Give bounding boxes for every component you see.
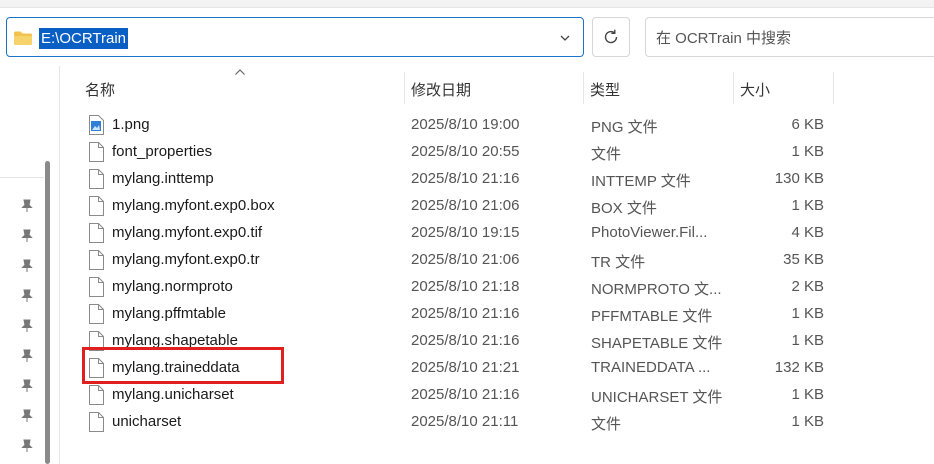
pin-icon[interactable] [21,409,33,423]
file-size: 35 KB [783,251,824,268]
file-type: TRAINEDDATA ... [591,359,711,376]
file-name: mylang.myfont.exp0.tif [112,224,263,241]
column-header-date[interactable]: 修改日期 [405,72,583,104]
file-name: 1.png [112,116,150,133]
file-name: font_properties [112,143,213,160]
file-type: PFFMTABLE 文件 [591,308,713,325]
search-input[interactable] [654,26,928,50]
file-size: 130 KB [774,170,824,187]
file-date: 2025/8/10 21:16 [411,332,520,349]
address-path[interactable]: E:\OCRTrain [39,28,129,49]
file-date: 2025/8/10 21:21 [411,359,520,376]
column-header-size-label: 大小 [740,82,771,99]
file-row[interactable]: mylang.myfont.exp0.tif 2025/8/10 19:15 P… [60,220,840,247]
address-bar[interactable]: E:\OCRTrain [6,17,584,57]
pin-icon[interactable] [21,349,33,363]
pin-icon[interactable] [21,319,33,333]
pin-icon[interactable] [21,199,33,213]
file-type: SHAPETABLE 文件 [591,335,723,352]
file-type: TR 文件 [591,254,646,271]
file-row[interactable]: mylang.myfont.exp0.box 2025/8/10 21:06 B… [60,193,840,220]
folder-icon [14,31,32,45]
column-header-date-label: 修改日期 [411,82,472,99]
file-size: 1 KB [791,413,824,430]
file-size: 4 KB [791,224,824,241]
file-icon [89,169,104,189]
file-icon [89,223,104,243]
file-icon [89,142,104,162]
file-date: 2025/8/10 21:06 [411,251,520,268]
file-name: mylang.normproto [112,278,233,295]
refresh-button[interactable] [592,17,630,57]
column-header-type[interactable]: 类型 [584,72,733,104]
file-type: 文件 [591,146,622,163]
file-icon [89,250,104,270]
file-icon [89,277,104,297]
file-name: mylang.unicharset [112,386,234,403]
highlight-box [82,347,284,384]
file-name: mylang.myfont.exp0.box [112,197,275,214]
file-type: INTTEMP 文件 [591,173,691,190]
file-icon [89,304,104,324]
image-file-icon [89,115,104,135]
column-header-name[interactable]: 名称 [79,72,404,104]
file-icon [89,196,104,216]
file-size: 6 KB [791,116,824,133]
file-date: 2025/8/10 21:11 [411,413,519,430]
file-type: BOX 文件 [591,200,657,217]
file-size: 1 KB [791,197,824,214]
file-size: 132 KB [774,359,824,376]
file-date: 2025/8/10 21:18 [411,278,520,295]
file-row[interactable]: mylang.normproto 2025/8/10 21:18 NORMPRO… [60,274,840,301]
file-icon [89,412,104,432]
file-name: unicharset [112,413,182,430]
column-header-name-label: 名称 [85,82,116,99]
nav-scrollbar[interactable] [45,161,50,464]
file-date: 2025/8/10 21:16 [411,386,520,403]
file-name: mylang.myfont.exp0.tr [112,251,260,268]
file-date: 2025/8/10 21:06 [411,197,520,214]
file-type: UNICHARSET 文件 [591,389,723,406]
pin-icon[interactable] [21,379,33,393]
file-icon [89,385,104,405]
file-name: mylang.inttemp [112,170,214,187]
file-size: 1 KB [791,386,824,403]
file-type: NORMPROTO 文... [591,281,722,298]
file-size: 1 KB [791,332,824,349]
column-header-type-label: 类型 [590,82,621,99]
window-top-strip [0,0,934,8]
file-name: mylang.pffmtable [112,305,226,322]
file-size: 1 KB [791,143,824,160]
refresh-icon [604,29,618,44]
file-row[interactable]: mylang.inttemp 2025/8/10 21:16 INTTEMP 文… [60,166,840,193]
file-row[interactable]: 1.png 2025/8/10 19:00 PNG 文件 6 KB [60,112,840,139]
column-header-size[interactable]: 大小 [734,72,833,104]
file-type: PNG 文件 [591,119,658,136]
file-date: 2025/8/10 21:16 [411,170,520,187]
chevron-down-icon[interactable] [559,32,571,44]
nav-divider [0,177,44,178]
file-date: 2025/8/10 21:16 [411,305,520,322]
file-date: 2025/8/10 19:15 [411,224,520,241]
search-box[interactable] [645,17,934,57]
column-divider[interactable] [833,72,834,104]
file-type: PhotoViewer.Fil... [591,224,708,241]
file-row[interactable]: font_properties 2025/8/10 20:55 文件 1 KB [60,139,840,166]
file-size: 2 KB [791,278,824,295]
pin-icon[interactable] [21,289,33,303]
file-row[interactable]: mylang.unicharset 2025/8/10 21:16 UNICHA… [60,382,840,409]
file-row[interactable]: mylang.pffmtable 2025/8/10 21:16 PFFMTAB… [60,301,840,328]
file-type: 文件 [591,416,622,433]
file-date: 2025/8/10 20:55 [411,143,520,160]
file-row[interactable]: mylang.myfont.exp0.tr 2025/8/10 21:06 TR… [60,247,840,274]
pin-icon[interactable] [21,229,33,243]
file-size: 1 KB [791,305,824,322]
file-row[interactable]: unicharset 2025/8/10 21:11 文件 1 KB [60,409,840,436]
file-date: 2025/8/10 19:00 [411,116,520,133]
pin-icon[interactable] [21,439,33,453]
pin-icon[interactable] [21,259,33,273]
